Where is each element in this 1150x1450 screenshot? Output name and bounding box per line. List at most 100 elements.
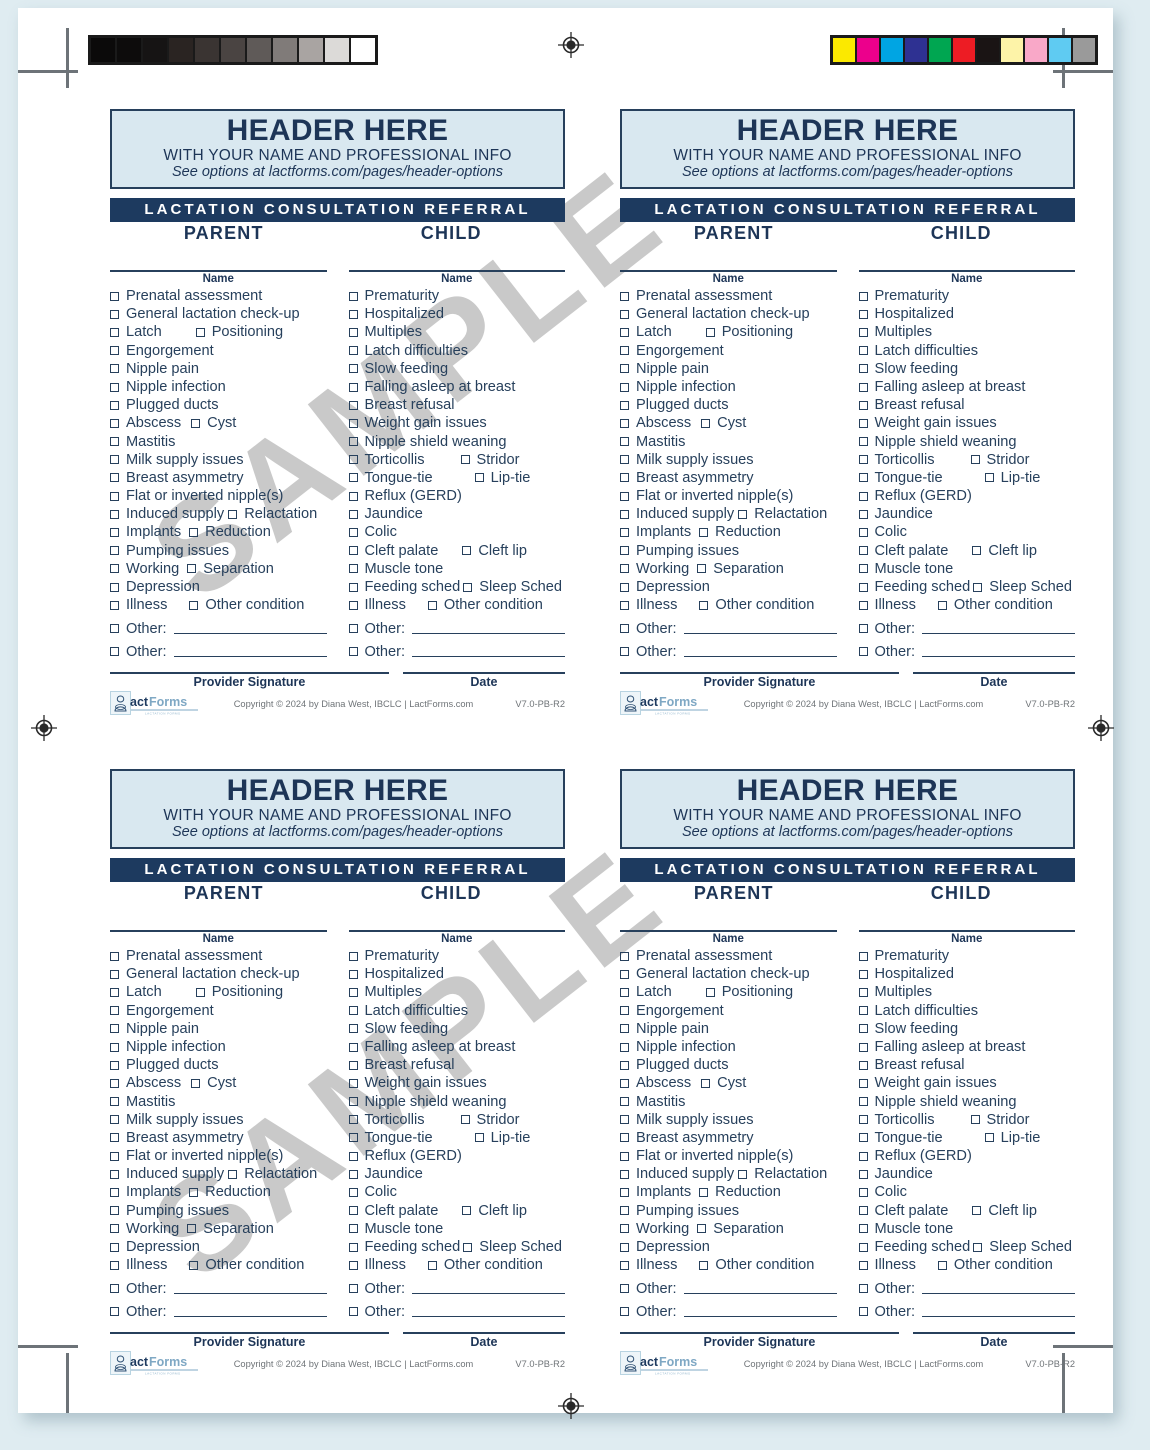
checkbox-icon[interactable] <box>620 600 629 610</box>
checkbox-icon[interactable] <box>937 1260 947 1270</box>
checkbox-icon[interactable] <box>620 437 629 447</box>
other-write-in-field[interactable] <box>412 645 565 658</box>
checkbox-icon[interactable] <box>110 987 119 997</box>
checkbox-icon[interactable] <box>858 437 868 447</box>
checkbox-icon[interactable] <box>858 1042 868 1052</box>
checkbox-icon[interactable] <box>348 1060 358 1070</box>
checkbox-icon[interactable] <box>348 1078 358 1088</box>
date-field[interactable]: Date <box>912 672 1075 689</box>
checkbox-icon[interactable] <box>701 418 711 428</box>
other-write-in-field[interactable] <box>412 1282 565 1295</box>
checkbox-icon[interactable] <box>474 473 484 483</box>
checkbox-icon[interactable] <box>858 1024 868 1034</box>
checkbox-icon[interactable] <box>858 291 868 301</box>
checkbox-icon[interactable] <box>348 400 358 410</box>
checkbox-icon[interactable] <box>620 582 629 592</box>
child-name-field[interactable]: Name <box>858 269 1075 285</box>
date-field[interactable]: Date <box>912 1332 1075 1349</box>
checkbox-icon[interactable] <box>620 291 629 301</box>
checkbox-icon[interactable] <box>348 1224 358 1234</box>
checkbox-icon[interactable] <box>705 987 715 997</box>
child-name-field[interactable]: Name <box>348 929 565 945</box>
checkbox-icon[interactable] <box>110 1206 119 1216</box>
checkbox-icon[interactable] <box>620 1024 629 1034</box>
header-options-link[interactable]: See options at lactforms.com/pages/heade… <box>628 824 1067 840</box>
date-field[interactable]: Date <box>402 1332 565 1349</box>
checkbox-icon[interactable] <box>620 327 629 337</box>
checkbox-icon[interactable] <box>858 1206 868 1216</box>
checkbox-icon[interactable] <box>110 327 119 337</box>
checkbox-icon[interactable] <box>189 528 199 538</box>
checkbox-icon[interactable] <box>348 1307 358 1317</box>
checkbox-icon[interactable] <box>620 1115 629 1125</box>
checkbox-icon[interactable] <box>620 1224 629 1234</box>
checkbox-icon[interactable] <box>348 382 358 392</box>
checkbox-icon[interactable] <box>858 400 868 410</box>
checkbox-icon[interactable] <box>110 346 119 356</box>
checkbox-icon[interactable] <box>984 473 994 483</box>
checkbox-icon[interactable] <box>110 473 119 483</box>
checkbox-icon[interactable] <box>858 1097 868 1107</box>
checkbox-icon[interactable] <box>620 473 629 483</box>
checkbox-icon[interactable] <box>110 1097 119 1107</box>
checkbox-icon[interactable] <box>858 969 868 979</box>
checkbox-icon[interactable] <box>620 969 629 979</box>
checkbox-icon[interactable] <box>620 1188 629 1198</box>
checkbox-icon[interactable] <box>348 1260 358 1270</box>
checkbox-icon[interactable] <box>858 951 868 961</box>
checkbox-icon[interactable] <box>348 1242 358 1252</box>
checkbox-icon[interactable] <box>189 1260 199 1270</box>
checkbox-icon[interactable] <box>699 1188 709 1198</box>
checkbox-icon[interactable] <box>463 1242 473 1252</box>
checkbox-icon[interactable] <box>110 1006 119 1016</box>
checkbox-icon[interactable] <box>858 1115 868 1125</box>
checkbox-icon[interactable] <box>110 647 119 657</box>
checkbox-icon[interactable] <box>462 546 472 556</box>
checkbox-icon[interactable] <box>110 951 119 961</box>
checkbox-icon[interactable] <box>858 1307 868 1317</box>
checkbox-icon[interactable] <box>110 437 119 447</box>
checkbox-icon[interactable] <box>110 455 119 465</box>
checkbox-icon[interactable] <box>858 1133 868 1143</box>
checkbox-icon[interactable] <box>858 600 868 610</box>
checkbox-icon[interactable] <box>620 1169 629 1179</box>
checkbox-icon[interactable] <box>858 1078 868 1088</box>
checkbox-icon[interactable] <box>858 1224 868 1234</box>
checkbox-icon[interactable] <box>348 564 358 574</box>
other-write-in-field[interactable] <box>922 622 1075 635</box>
checkbox-icon[interactable] <box>858 1060 868 1070</box>
checkbox-icon[interactable] <box>858 647 868 657</box>
header-options-link[interactable]: See options at lactforms.com/pages/heade… <box>118 164 557 180</box>
child-name-field[interactable]: Name <box>858 929 1075 945</box>
other-write-in-field[interactable] <box>173 622 327 635</box>
checkbox-icon[interactable] <box>620 400 629 410</box>
checkbox-icon[interactable] <box>348 1169 358 1179</box>
checkbox-icon[interactable] <box>620 364 629 374</box>
other-write-in-field[interactable] <box>683 645 837 658</box>
checkbox-icon[interactable] <box>463 582 473 592</box>
checkbox-icon[interactable] <box>620 491 629 501</box>
checkbox-icon[interactable] <box>110 291 119 301</box>
checkbox-icon[interactable] <box>228 509 238 519</box>
checkbox-icon[interactable] <box>110 1024 119 1034</box>
date-field[interactable]: Date <box>402 672 565 689</box>
checkbox-icon[interactable] <box>970 1115 980 1125</box>
checkbox-icon[interactable] <box>110 382 119 392</box>
checkbox-icon[interactable] <box>348 1133 358 1143</box>
checkbox-icon[interactable] <box>858 309 868 319</box>
parent-name-field[interactable]: Name <box>620 269 837 285</box>
checkbox-icon[interactable] <box>348 951 358 961</box>
checkbox-icon[interactable] <box>460 1115 470 1125</box>
other-write-in-field[interactable] <box>922 645 1075 658</box>
checkbox-icon[interactable] <box>427 1260 437 1270</box>
checkbox-icon[interactable] <box>858 1188 868 1198</box>
checkbox-icon[interactable] <box>973 582 983 592</box>
checkbox-icon[interactable] <box>620 382 629 392</box>
checkbox-icon[interactable] <box>348 291 358 301</box>
checkbox-icon[interactable] <box>348 327 358 337</box>
checkbox-icon[interactable] <box>620 987 629 997</box>
checkbox-icon[interactable] <box>348 309 358 319</box>
parent-name-field[interactable]: Name <box>620 929 837 945</box>
checkbox-icon[interactable] <box>620 1284 629 1294</box>
checkbox-icon[interactable] <box>972 1206 982 1216</box>
